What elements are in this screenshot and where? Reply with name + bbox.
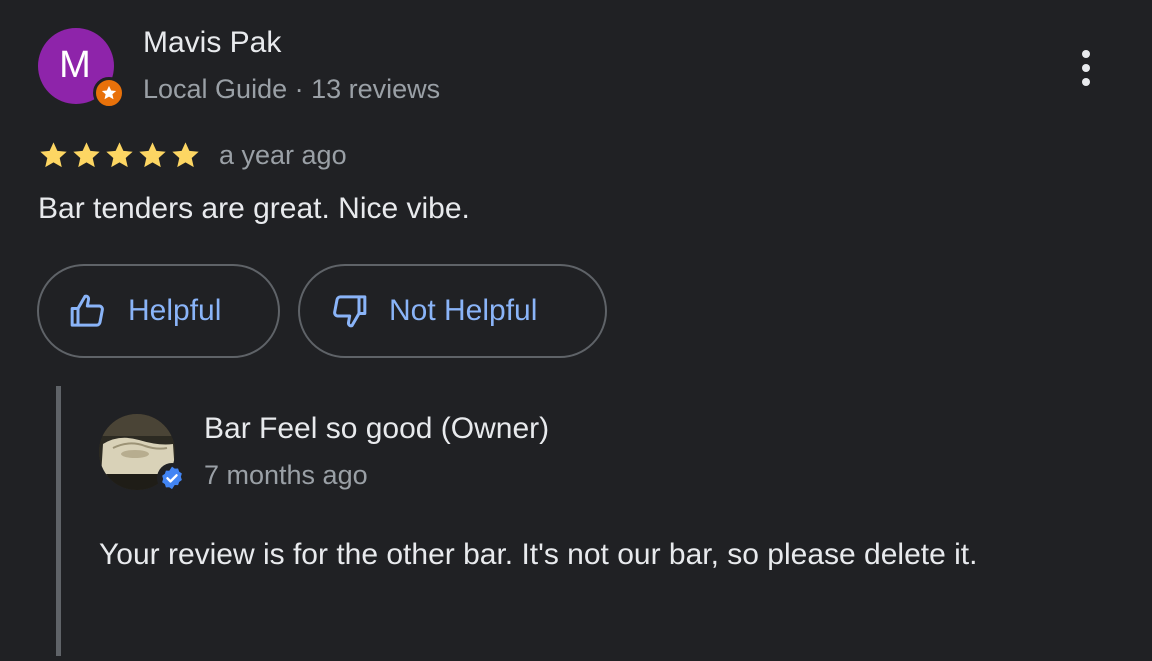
not-helpful-button[interactable]: Not Helpful bbox=[298, 264, 607, 358]
star-icon bbox=[172, 142, 199, 168]
star-rating bbox=[38, 140, 201, 171]
reviewer-name[interactable]: Mavis Pak bbox=[143, 26, 281, 60]
review-card: M Mavis Pak Local Guide · 13 reviews a y… bbox=[0, 0, 1152, 661]
star-icon bbox=[73, 142, 100, 168]
avatar-letter: M bbox=[59, 43, 91, 86]
reply-divider bbox=[56, 386, 61, 656]
thumbs-down-icon bbox=[333, 295, 367, 328]
verified-check-icon bbox=[157, 463, 187, 493]
reviewer-meta: Local Guide · 13 reviews bbox=[143, 74, 441, 104]
local-guide-star-icon bbox=[93, 77, 125, 109]
owner-reply-text: Your review is for the other bar. It's n… bbox=[99, 538, 978, 571]
not-helpful-label: Not Helpful bbox=[389, 294, 538, 327]
owner-name: Bar Feel so good (Owner) bbox=[204, 412, 550, 445]
owner-reply-time: 7 months ago bbox=[204, 460, 368, 490]
thumbs-up-icon bbox=[70, 294, 104, 327]
star-icon bbox=[106, 142, 133, 168]
star-icon bbox=[40, 142, 67, 168]
review-text: Bar tenders are great. Nice vibe. bbox=[38, 192, 470, 225]
star-icon bbox=[139, 142, 166, 168]
helpful-label: Helpful bbox=[128, 294, 222, 327]
more-options-button[interactable] bbox=[1066, 44, 1106, 92]
more-vert-dot bbox=[1082, 64, 1090, 72]
review-time: a year ago bbox=[219, 140, 347, 170]
helpful-button[interactable]: Helpful bbox=[37, 264, 280, 358]
more-vert-icon bbox=[1082, 50, 1090, 58]
more-vert-dot bbox=[1082, 78, 1090, 86]
